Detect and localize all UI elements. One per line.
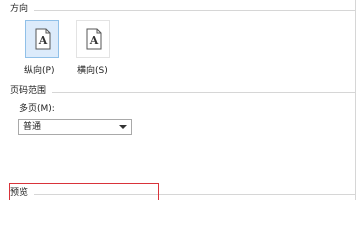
landscape-label[interactable]: 横向(S) [77,66,108,77]
landscape-orientation-button[interactable]: A [76,20,110,58]
orientation-section-title: 方向 [10,4,29,14]
page-range-divider [52,92,355,93]
landscape-page-icon: A [86,28,102,50]
multiple-pages-select[interactable]: 普通 [18,119,132,135]
orientation-divider [34,10,355,11]
landscape-glyph: A [89,34,99,47]
portrait-page-icon: A [35,28,51,50]
preview-highlight-box [9,183,159,200]
chevron-down-icon [119,125,127,129]
portrait-orientation-button[interactable]: A [25,20,59,58]
portrait-glyph: A [38,34,48,47]
page-range-section-title: 页码范围 [10,86,47,96]
multiple-pages-value: 普通 [23,122,42,132]
multiple-pages-label: 多页(M): [19,104,55,114]
page-setup-panel: 方向 A 纵向(P) A 横向(S) 页码范围 多页(M): 普通 预览 [0,0,356,200]
portrait-label[interactable]: 纵向(P) [24,66,54,77]
